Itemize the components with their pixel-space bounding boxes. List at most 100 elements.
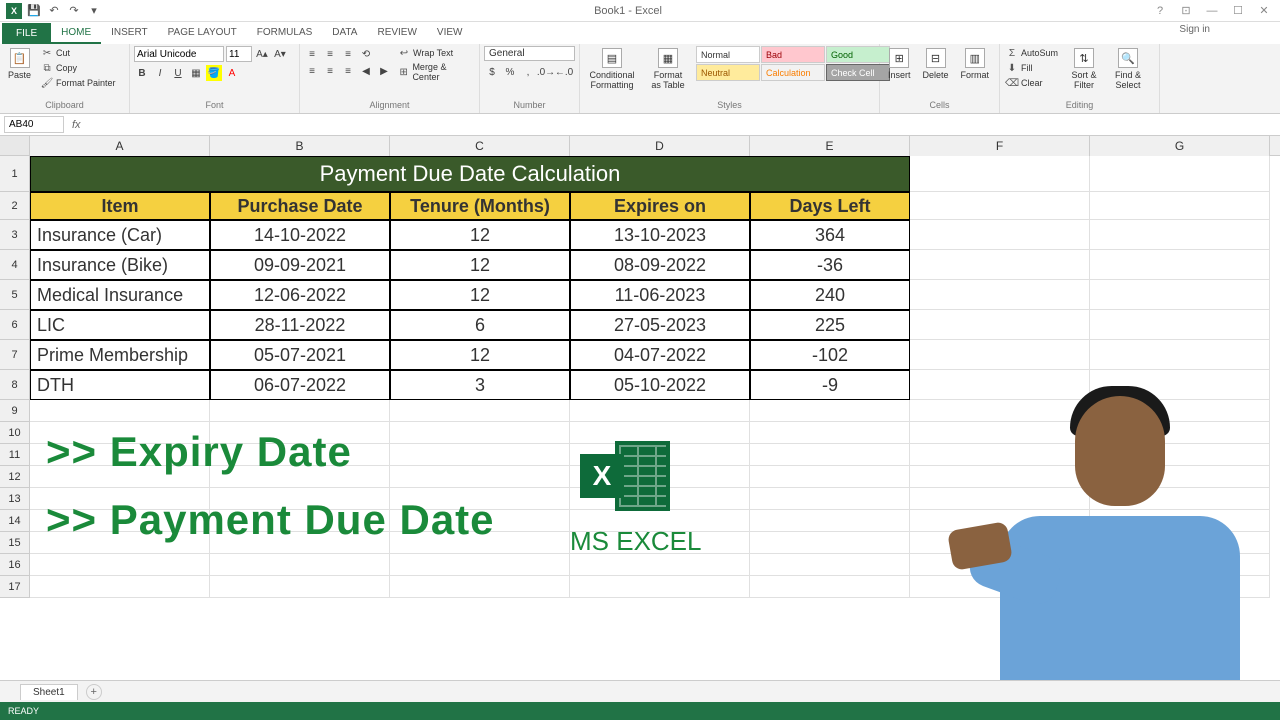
sort-filter-button[interactable]: ⇅Sort & Filter (1064, 46, 1104, 92)
cell[interactable] (210, 554, 390, 576)
format-painter-button[interactable]: 🖌Format Painter (39, 76, 118, 90)
table-cell[interactable]: Insurance (Bike) (30, 250, 210, 280)
table-cell[interactable]: 12 (390, 280, 570, 310)
find-select-button[interactable]: 🔍Find & Select (1108, 46, 1148, 92)
cell[interactable] (750, 488, 910, 510)
comma-format-icon[interactable]: , (520, 64, 536, 80)
table-header[interactable]: Tenure (Months) (390, 192, 570, 220)
row-header-6[interactable]: 6 (0, 310, 30, 340)
paste-button[interactable]: 📋 Paste (4, 46, 35, 82)
cell[interactable] (390, 444, 570, 466)
orientation-icon[interactable]: ⟲ (358, 46, 374, 62)
column-header-E[interactable]: E (750, 136, 910, 156)
cell[interactable] (390, 400, 570, 422)
select-all-corner[interactable] (0, 136, 30, 155)
table-header[interactable]: Item (30, 192, 210, 220)
tab-review[interactable]: REVIEW (367, 23, 426, 44)
border-button[interactable]: ▦ (188, 65, 204, 81)
underline-button[interactable]: U (170, 65, 186, 81)
tab-home[interactable]: HOME (51, 23, 101, 44)
format-cells-button[interactable]: ▥Format (957, 46, 994, 82)
column-header-B[interactable]: B (210, 136, 390, 156)
clear-button[interactable]: ⌫Clear (1004, 76, 1060, 90)
percent-format-icon[interactable]: % (502, 64, 518, 80)
row-header-13[interactable]: 13 (0, 488, 30, 510)
table-cell[interactable]: -36 (750, 250, 910, 280)
table-cell[interactable]: 06-07-2022 (210, 370, 390, 400)
cell[interactable] (390, 554, 570, 576)
indent-increase-icon[interactable]: ▶ (376, 63, 392, 79)
cell-style-normal[interactable]: Normal (696, 46, 760, 63)
table-cell[interactable]: 14-10-2022 (210, 220, 390, 250)
align-top-icon[interactable]: ≡ (304, 46, 320, 62)
undo-icon[interactable]: ↶ (46, 3, 62, 19)
copy-button[interactable]: ⧉Copy (39, 61, 118, 75)
cell[interactable] (570, 576, 750, 598)
table-header[interactable]: Expires on (570, 192, 750, 220)
column-header-A[interactable]: A (30, 136, 210, 156)
table-cell[interactable]: 12-06-2022 (210, 280, 390, 310)
row-header-3[interactable]: 3 (0, 220, 30, 250)
column-header-C[interactable]: C (390, 136, 570, 156)
cell[interactable] (750, 466, 910, 488)
table-cell[interactable]: DTH (30, 370, 210, 400)
cell[interactable] (910, 280, 1090, 310)
cell[interactable] (910, 192, 1090, 220)
table-cell[interactable]: 240 (750, 280, 910, 310)
cut-button[interactable]: ✂Cut (39, 46, 118, 60)
tab-file[interactable]: FILE (2, 23, 51, 44)
table-cell[interactable]: 05-07-2021 (210, 340, 390, 370)
row-header-15[interactable]: 15 (0, 532, 30, 554)
indent-decrease-icon[interactable]: ◀ (358, 63, 374, 79)
table-cell[interactable]: 3 (390, 370, 570, 400)
bold-button[interactable]: B (134, 65, 150, 81)
table-cell[interactable]: 12 (390, 220, 570, 250)
cell[interactable] (30, 576, 210, 598)
increase-decimal-icon[interactable]: .0→ (538, 64, 554, 80)
row-header-9[interactable]: 9 (0, 400, 30, 422)
increase-font-icon[interactable]: A▴ (254, 46, 270, 62)
cell[interactable] (750, 400, 910, 422)
fill-color-button[interactable]: 🪣 (206, 65, 222, 81)
delete-cells-button[interactable]: ⊟Delete (919, 46, 953, 82)
cell[interactable] (210, 576, 390, 598)
add-sheet-button[interactable]: + (86, 684, 102, 700)
table-cell[interactable]: -102 (750, 340, 910, 370)
maximize-icon[interactable]: ☐ (1226, 2, 1250, 20)
help-icon[interactable]: ? (1148, 2, 1172, 20)
table-header[interactable]: Purchase Date (210, 192, 390, 220)
table-cell[interactable]: 12 (390, 340, 570, 370)
cell[interactable] (750, 510, 910, 532)
worksheet-grid[interactable]: ABCDEFG 1Payment Due Date Calculation2It… (0, 136, 1280, 696)
column-header-D[interactable]: D (570, 136, 750, 156)
tab-insert[interactable]: INSERT (101, 23, 158, 44)
cell[interactable] (750, 554, 910, 576)
sign-in-link[interactable]: Sign in (1179, 24, 1210, 35)
cell[interactable] (1090, 220, 1270, 250)
cell[interactable] (750, 576, 910, 598)
ribbon-options-icon[interactable]: ⊡ (1174, 2, 1198, 20)
cell[interactable] (390, 422, 570, 444)
column-header-F[interactable]: F (910, 136, 1090, 156)
table-cell[interactable]: 11-06-2023 (570, 280, 750, 310)
save-icon[interactable]: 💾 (26, 3, 42, 19)
row-header-7[interactable]: 7 (0, 340, 30, 370)
cell[interactable] (30, 400, 210, 422)
decrease-decimal-icon[interactable]: ←.0 (556, 64, 572, 80)
cell[interactable] (1090, 156, 1270, 192)
accounting-format-icon[interactable]: $ (484, 64, 500, 80)
row-header-8[interactable]: 8 (0, 370, 30, 400)
cell[interactable] (390, 576, 570, 598)
cell-style-neutral[interactable]: Neutral (696, 64, 760, 81)
table-cell[interactable]: 04-07-2022 (570, 340, 750, 370)
cell-style-bad[interactable]: Bad (761, 46, 825, 63)
table-title[interactable]: Payment Due Date Calculation (30, 156, 910, 192)
font-name-select[interactable] (134, 46, 224, 62)
table-cell[interactable]: 12 (390, 250, 570, 280)
table-header[interactable]: Days Left (750, 192, 910, 220)
row-header-2[interactable]: 2 (0, 192, 30, 220)
cell[interactable] (570, 400, 750, 422)
cell[interactable] (390, 466, 570, 488)
qat-customize-icon[interactable]: ▾ (86, 3, 102, 19)
cell[interactable] (750, 422, 910, 444)
